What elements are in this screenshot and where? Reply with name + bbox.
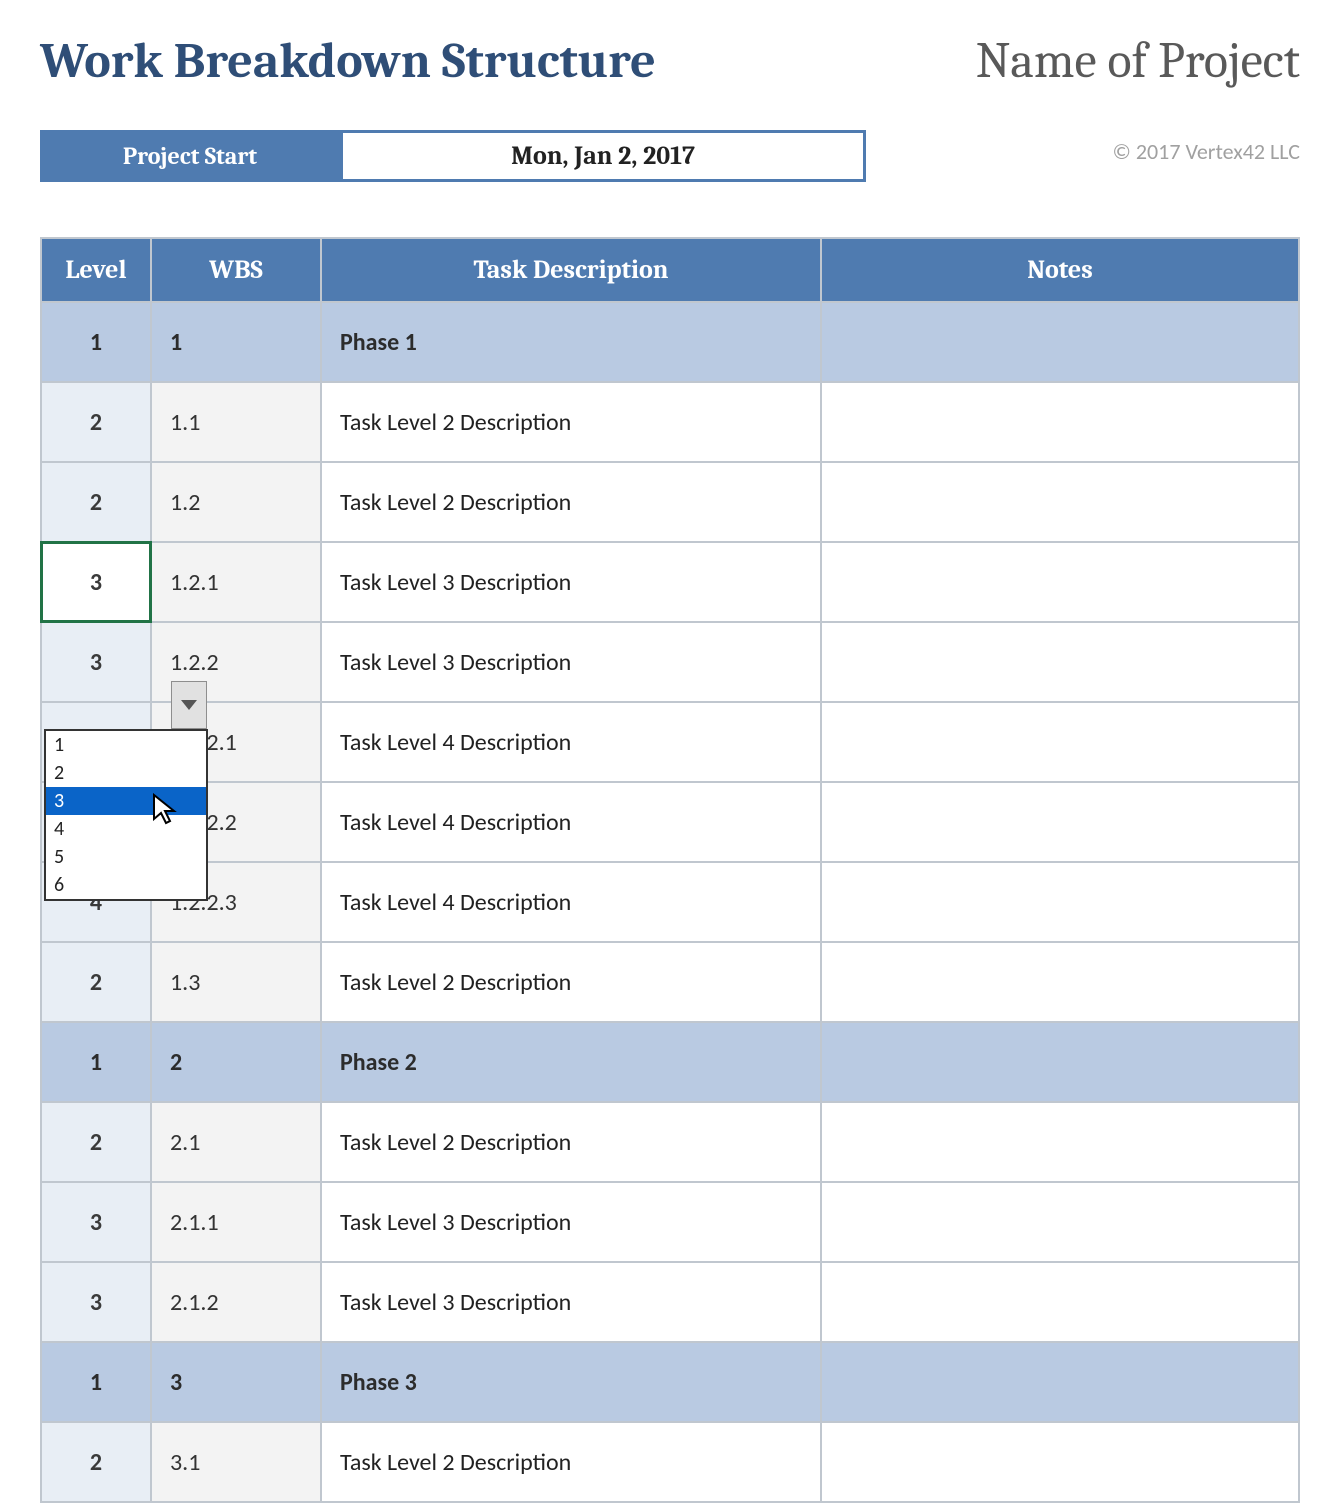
project-start-value[interactable]: Mon, Jan 2, 2017 bbox=[340, 130, 866, 182]
page-title: Work Breakdown Structure bbox=[40, 32, 656, 90]
cell-wbs[interactable]: 1.2 bbox=[151, 462, 321, 542]
level-dropdown-option[interactable]: 6 bbox=[46, 871, 206, 899]
cell-description[interactable]: Task Level 4 Description bbox=[321, 702, 821, 782]
cell-notes[interactable] bbox=[821, 1102, 1299, 1182]
cell-notes[interactable] bbox=[821, 542, 1299, 622]
table-row: 31.2.2Task Level 3 Description bbox=[41, 622, 1299, 702]
cell-notes[interactable] bbox=[821, 1342, 1299, 1422]
cell-wbs[interactable]: 3.1 bbox=[151, 1422, 321, 1502]
cell-description[interactable]: Task Level 4 Description bbox=[321, 782, 821, 862]
cell-level[interactable]: 3 bbox=[41, 1262, 151, 1342]
cell-description[interactable]: Phase 2 bbox=[321, 1022, 821, 1102]
wbs-table: Level WBS Task Description Notes 11Phase… bbox=[40, 237, 1300, 1503]
cell-wbs[interactable]: 2.1.2 bbox=[151, 1262, 321, 1342]
cell-notes[interactable] bbox=[821, 1022, 1299, 1102]
table-row: 23.1Task Level 2 Description bbox=[41, 1422, 1299, 1502]
cell-level[interactable]: 1 bbox=[41, 302, 151, 382]
cell-wbs[interactable]: 1.2.1 bbox=[151, 542, 321, 622]
level-dropdown-option[interactable]: 5 bbox=[46, 843, 206, 871]
cell-level[interactable]: 3 bbox=[41, 542, 151, 622]
level-dropdown-option[interactable]: 1 bbox=[46, 731, 206, 759]
level-dropdown-option[interactable]: 3 bbox=[46, 787, 206, 815]
col-header-desc[interactable]: Task Description bbox=[321, 238, 821, 302]
cell-level[interactable]: 2 bbox=[41, 462, 151, 542]
cell-description[interactable]: Task Level 2 Description bbox=[321, 942, 821, 1022]
cell-description[interactable]: Task Level 2 Description bbox=[321, 1422, 821, 1502]
chevron-down-icon bbox=[181, 700, 197, 710]
col-header-notes[interactable]: Notes bbox=[821, 238, 1299, 302]
project-name: Name of Project bbox=[976, 32, 1300, 90]
cell-description[interactable]: Task Level 3 Description bbox=[321, 1182, 821, 1262]
cell-notes[interactable] bbox=[821, 382, 1299, 462]
cell-wbs[interactable]: 1.1 bbox=[151, 382, 321, 462]
cell-wbs[interactable]: 2.1 bbox=[151, 1102, 321, 1182]
table-row: 32.1.1Task Level 3 Description bbox=[41, 1182, 1299, 1262]
level-dropdown-list[interactable]: 123456 bbox=[44, 729, 208, 901]
cell-notes[interactable] bbox=[821, 862, 1299, 942]
cell-notes[interactable] bbox=[821, 782, 1299, 862]
cell-notes[interactable] bbox=[821, 702, 1299, 782]
cell-level[interactable]: 2 bbox=[41, 942, 151, 1022]
cell-level[interactable]: 3 bbox=[41, 622, 151, 702]
cell-wbs[interactable]: 2 bbox=[151, 1022, 321, 1102]
cell-level[interactable]: 2 bbox=[41, 1422, 151, 1502]
cell-wbs[interactable]: 1.3 bbox=[151, 942, 321, 1022]
table-row: 22.1Task Level 2 Description bbox=[41, 1102, 1299, 1182]
cell-description[interactable]: Task Level 3 Description bbox=[321, 542, 821, 622]
table-row: 32.1.2Task Level 3 Description bbox=[41, 1262, 1299, 1342]
table-row: 13Phase 3 bbox=[41, 1342, 1299, 1422]
cell-notes[interactable] bbox=[821, 1182, 1299, 1262]
cell-wbs[interactable]: 1 bbox=[151, 302, 321, 382]
level-dropdown-option[interactable]: 2 bbox=[46, 759, 206, 787]
cell-description[interactable]: Task Level 3 Description bbox=[321, 622, 821, 702]
cell-level[interactable]: 2 bbox=[41, 1102, 151, 1182]
mouse-cursor-icon bbox=[152, 793, 180, 830]
cell-wbs[interactable]: 2.1.1 bbox=[151, 1182, 321, 1262]
cell-description[interactable]: Task Level 2 Description bbox=[321, 1102, 821, 1182]
cell-notes[interactable] bbox=[821, 462, 1299, 542]
cell-description[interactable]: Task Level 4 Description bbox=[321, 862, 821, 942]
copyright-text: © 2017 Vertex42 LLC bbox=[1113, 138, 1300, 165]
cell-notes[interactable] bbox=[821, 302, 1299, 382]
cell-description[interactable]: Task Level 3 Description bbox=[321, 1262, 821, 1342]
col-header-wbs[interactable]: WBS bbox=[151, 238, 321, 302]
cell-level[interactable]: 3 bbox=[41, 1182, 151, 1262]
cell-level[interactable]: 1 bbox=[41, 1342, 151, 1422]
cell-description[interactable]: Task Level 2 Description bbox=[321, 382, 821, 462]
cell-wbs[interactable]: 3 bbox=[151, 1342, 321, 1422]
table-row: 12Phase 2 bbox=[41, 1022, 1299, 1102]
cell-notes[interactable] bbox=[821, 1262, 1299, 1342]
table-row: 11Phase 1 bbox=[41, 302, 1299, 382]
project-start-label: Project Start bbox=[40, 130, 340, 182]
table-row: 41.2.2.1Task Level 4 Description bbox=[41, 702, 1299, 782]
table-row: 21.2Task Level 2 Description bbox=[41, 462, 1299, 542]
cell-description[interactable]: Phase 1 bbox=[321, 302, 821, 382]
table-row: 21.3Task Level 2 Description bbox=[41, 942, 1299, 1022]
cell-description[interactable]: Task Level 2 Description bbox=[321, 462, 821, 542]
cell-level[interactable]: 1 bbox=[41, 1022, 151, 1102]
table-row: 41.2.2.3Task Level 4 Description bbox=[41, 862, 1299, 942]
level-dropdown-option[interactable]: 4 bbox=[46, 815, 206, 843]
cell-notes[interactable] bbox=[821, 622, 1299, 702]
col-header-level[interactable]: Level bbox=[41, 238, 151, 302]
cell-notes[interactable] bbox=[821, 942, 1299, 1022]
table-row: 21.1Task Level 2 Description bbox=[41, 382, 1299, 462]
table-row: 41.2.2.2Task Level 4 Description bbox=[41, 782, 1299, 862]
cell-level[interactable]: 2 bbox=[41, 382, 151, 462]
cell-notes[interactable] bbox=[821, 1422, 1299, 1502]
table-row: 31.2.1Task Level 3 Description bbox=[41, 542, 1299, 622]
cell-description[interactable]: Phase 3 bbox=[321, 1342, 821, 1422]
level-dropdown-button[interactable] bbox=[171, 681, 207, 729]
